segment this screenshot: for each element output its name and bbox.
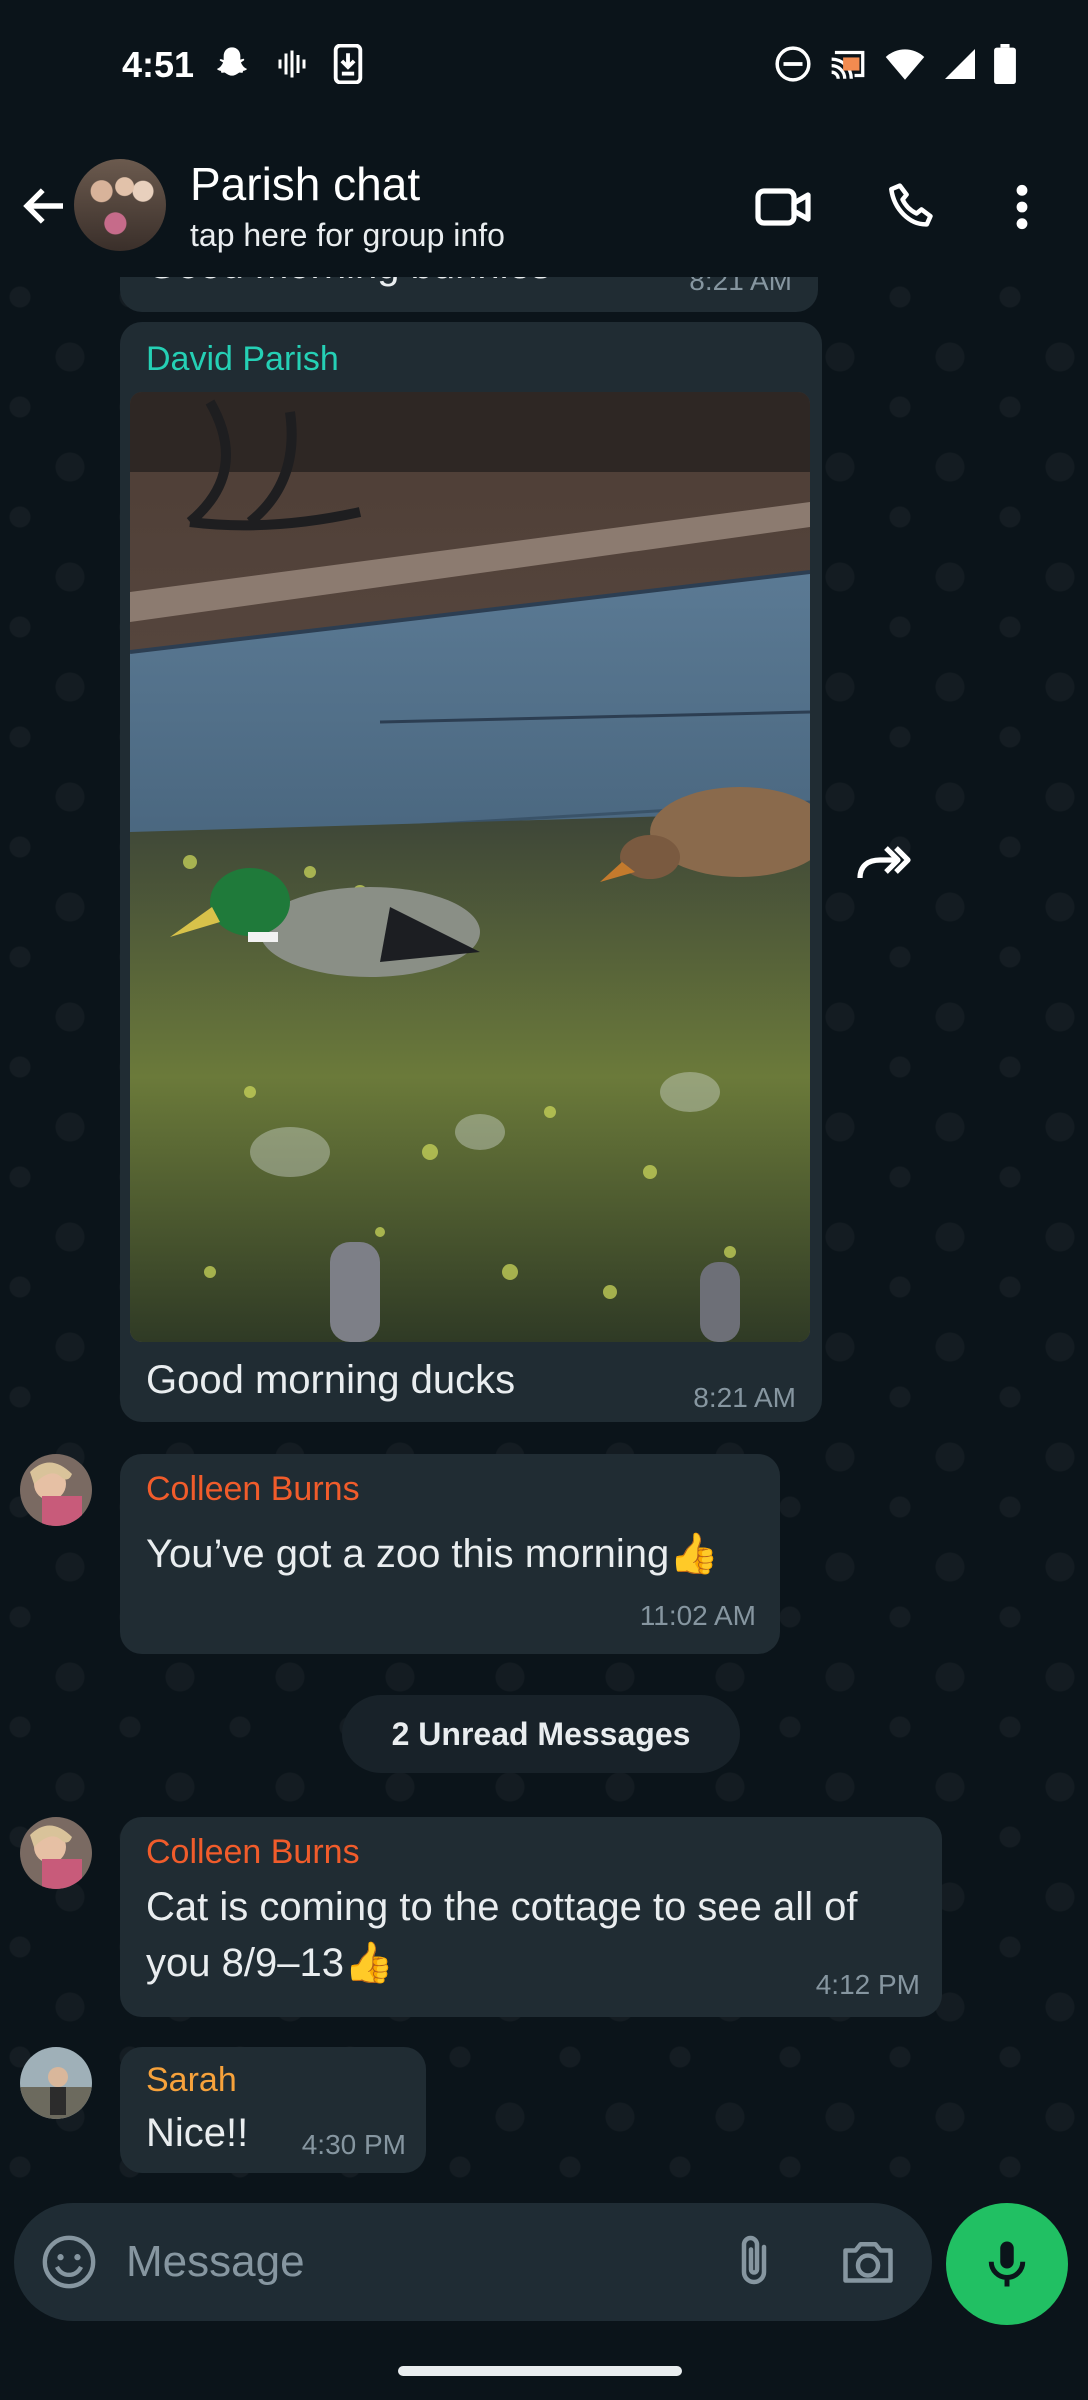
message-bubble[interactable]: Good morning bunnies 8:21 AM (120, 277, 818, 312)
message-time: 8:21 AM (689, 277, 792, 296)
message-text: You’ve got a zoo this morning👍 (146, 1526, 719, 1582)
status-time: 4:51 (122, 44, 195, 85)
message-time: 4:30 PM (301, 2129, 406, 2160)
signal-icon (942, 46, 978, 82)
more-options-button[interactable] (990, 175, 1054, 239)
image-message-bubble[interactable]: David Parish Good morning ducks 8:21 AM (120, 322, 822, 1422)
phone-call-icon (889, 183, 933, 227)
message-text: Nice!! (146, 2111, 249, 2155)
video-call-button[interactable] (752, 175, 816, 239)
chat-header: Parish chat tap here for group info (0, 135, 1088, 277)
status-left-icons (212, 44, 364, 84)
download-icon (332, 44, 364, 84)
message-input[interactable]: Message (126, 2237, 305, 2287)
attach-icon (741, 2235, 767, 2285)
video-call-icon (755, 188, 811, 226)
voice-message-button[interactable] (946, 2203, 1068, 2325)
thumbs-up-emoji: 👍 (343, 1941, 394, 1985)
group-avatar[interactable] (74, 159, 166, 251)
message-text-content: You’ve got a zoo this morning (146, 1532, 670, 1576)
more-vert-icon (1016, 184, 1028, 230)
message-bubble[interactable]: Sarah Nice!! 4:30 PM (120, 2047, 426, 2173)
mic-icon (988, 2241, 1026, 2287)
status-bar: 4:51 (0, 0, 1088, 135)
message-time: 11:02 AM (639, 1600, 756, 1631)
message-composer: Message (14, 2203, 932, 2321)
cast-icon (828, 46, 868, 82)
shared-photo[interactable] (130, 392, 810, 1342)
battery-icon (994, 44, 1016, 84)
sender-name: Sarah (146, 2061, 237, 2099)
status-right-icons (774, 44, 1016, 84)
camera-icon (843, 2242, 893, 2283)
emoji-button[interactable] (40, 2233, 98, 2291)
unread-messages-divider: 2 Unread Messages (342, 1695, 740, 1773)
message-bubble[interactable]: Colleen Burns You’ve got a zoo this morn… (120, 1454, 780, 1654)
emoji-icon (42, 2235, 96, 2289)
chat-subtitle[interactable]: tap here for group info (190, 217, 505, 254)
message-text-line-2: you 8/9–13👍 (146, 1935, 394, 1991)
message-text-line-1: Cat is coming to the cottage to see all … (146, 1885, 858, 1929)
back-button[interactable] (18, 179, 72, 233)
back-arrow-icon (23, 188, 63, 224)
attach-button[interactable] (724, 2231, 784, 2293)
avatar[interactable] (20, 2047, 92, 2119)
message-time: 8:21 AM (693, 1382, 796, 1413)
forward-icon (857, 846, 911, 879)
voice-call-button[interactable] (880, 175, 944, 239)
wifi-icon (884, 46, 926, 82)
sender-name: Colleen Burns (146, 1470, 360, 1508)
avatar[interactable] (20, 1817, 92, 1889)
do-not-disturb-icon (774, 45, 812, 83)
sender-name: Colleen Burns (146, 1833, 360, 1871)
message-bubble[interactable]: Colleen Burns Cat is coming to the cotta… (120, 1817, 942, 2017)
sender-name: David Parish (146, 340, 339, 378)
message-time: 4:12 PM (815, 1969, 920, 2000)
snapchat-icon (212, 44, 252, 84)
camera-button[interactable] (838, 2233, 898, 2293)
forward-button[interactable] (852, 830, 916, 894)
image-caption: Good morning ducks (146, 1358, 516, 1402)
message-text: Good morning bunnies (146, 277, 551, 293)
home-indicator[interactable] (398, 2366, 682, 2376)
chat-area[interactable]: Good morning bunnies 8:21 AM David Paris… (0, 277, 1088, 2200)
chat-title[interactable]: Parish chat (190, 157, 420, 211)
audio-waveform-icon (274, 44, 310, 84)
avatar[interactable] (20, 1454, 92, 1526)
message-text-content: you 8/9–13 (146, 1941, 344, 1985)
thumbs-up-emoji: 👍 (669, 1532, 720, 1576)
